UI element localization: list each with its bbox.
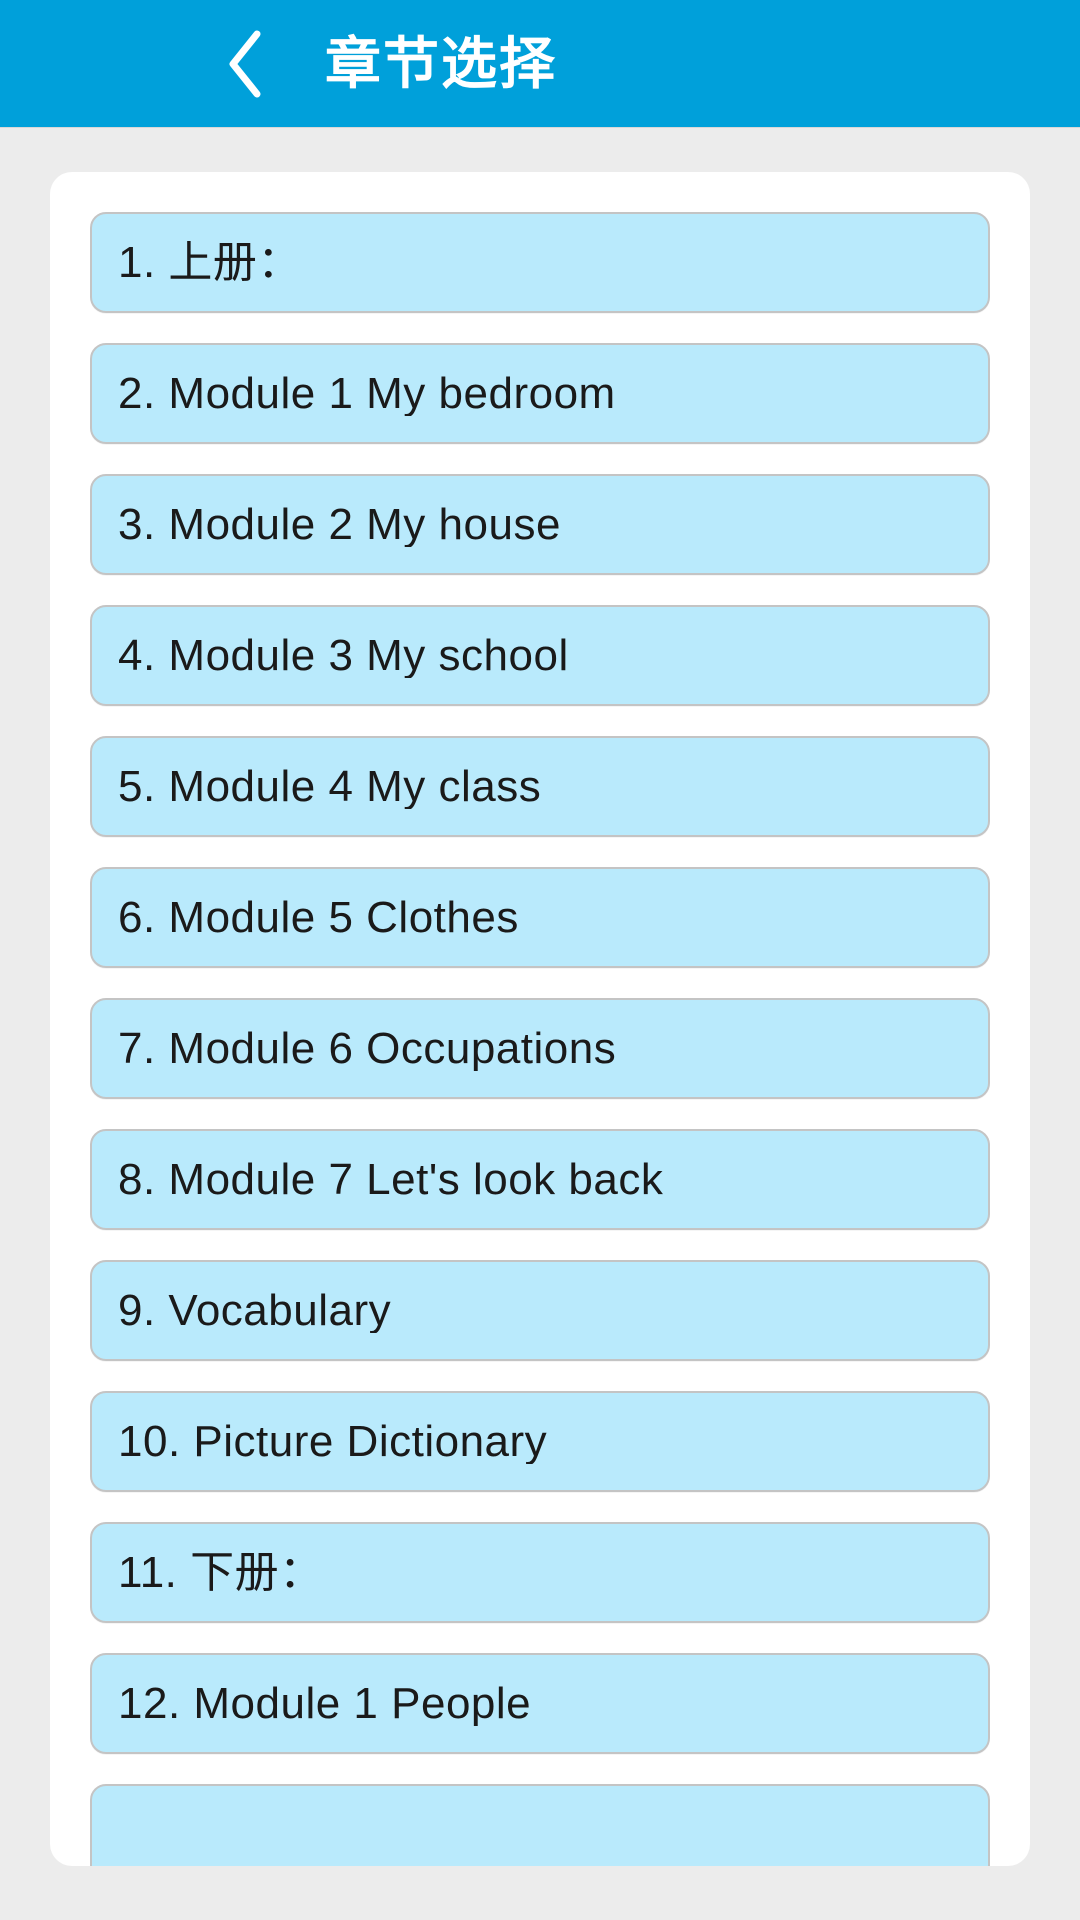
- chapter-list-item[interactable]: 8. Module 7 Let's look back: [90, 1129, 990, 1230]
- chapter-list-item[interactable]: 11. 下册：: [90, 1522, 990, 1623]
- chapter-selection-screen: 章节选择 1. 上册： 2. Module 1 My bedroom 3. Modu…: [0, 0, 1080, 1920]
- chapter-list-item[interactable]: 2. Module 1 My bedroom: [90, 343, 990, 444]
- chapter-list-item[interactable]: 5. Module 4 My class: [90, 736, 990, 837]
- chapter-item-label: 3. Module 2 My house: [118, 502, 561, 547]
- chapter-list-item[interactable]: [90, 1784, 990, 1866]
- chapter-item-label: 4. Module 3 My school: [118, 633, 569, 678]
- app-header: 章节选择: [0, 0, 1080, 128]
- chapter-item-label: 12. Module 1 People: [118, 1681, 532, 1726]
- content-area: 1. 上册： 2. Module 1 My bedroom 3. Module 2 …: [0, 128, 1080, 1920]
- chapter-item-label: 8. Module 7 Let's look back: [118, 1157, 664, 1202]
- page-title: 章节选择: [325, 31, 557, 95]
- chapter-item-label: 1. 上册：: [118, 240, 302, 285]
- chapter-list-item[interactable]: 1. 上册：: [90, 212, 990, 313]
- chapter-item-label: 2. Module 1 My bedroom: [118, 371, 616, 416]
- chapter-item-label: 5. Module 4 My class: [118, 764, 542, 809]
- chapter-item-label: 9. Vocabulary: [118, 1288, 392, 1333]
- chapter-list[interactable]: 1. 上册： 2. Module 1 My bedroom 3. Module 2 …: [50, 212, 1030, 1866]
- chapter-list-item[interactable]: 12. Module 1 People: [90, 1653, 990, 1754]
- chapter-list-item[interactable]: 4. Module 3 My school: [90, 605, 990, 706]
- chapter-item-label: 11. 下册：: [118, 1550, 324, 1595]
- chapter-item-label: 10. Picture Dictionary: [118, 1419, 548, 1464]
- chapter-card: 1. 上册： 2. Module 1 My bedroom 3. Module 2 …: [50, 172, 1030, 1866]
- chapter-item-label: 6. Module 5 Clothes: [118, 895, 519, 940]
- chapter-list-item[interactable]: 9. Vocabulary: [90, 1260, 990, 1361]
- chapter-list-item[interactable]: 10. Picture Dictionary: [90, 1391, 990, 1492]
- back-button[interactable]: [205, 24, 285, 104]
- chapter-item-label: 7. Module 6 Occupations: [118, 1026, 617, 1071]
- chapter-list-item[interactable]: 7. Module 6 Occupations: [90, 998, 990, 1099]
- chevron-left-icon: [223, 28, 267, 100]
- chapter-list-item[interactable]: 6. Module 5 Clothes: [90, 867, 990, 968]
- chapter-list-item[interactable]: 3. Module 2 My house: [90, 474, 990, 575]
